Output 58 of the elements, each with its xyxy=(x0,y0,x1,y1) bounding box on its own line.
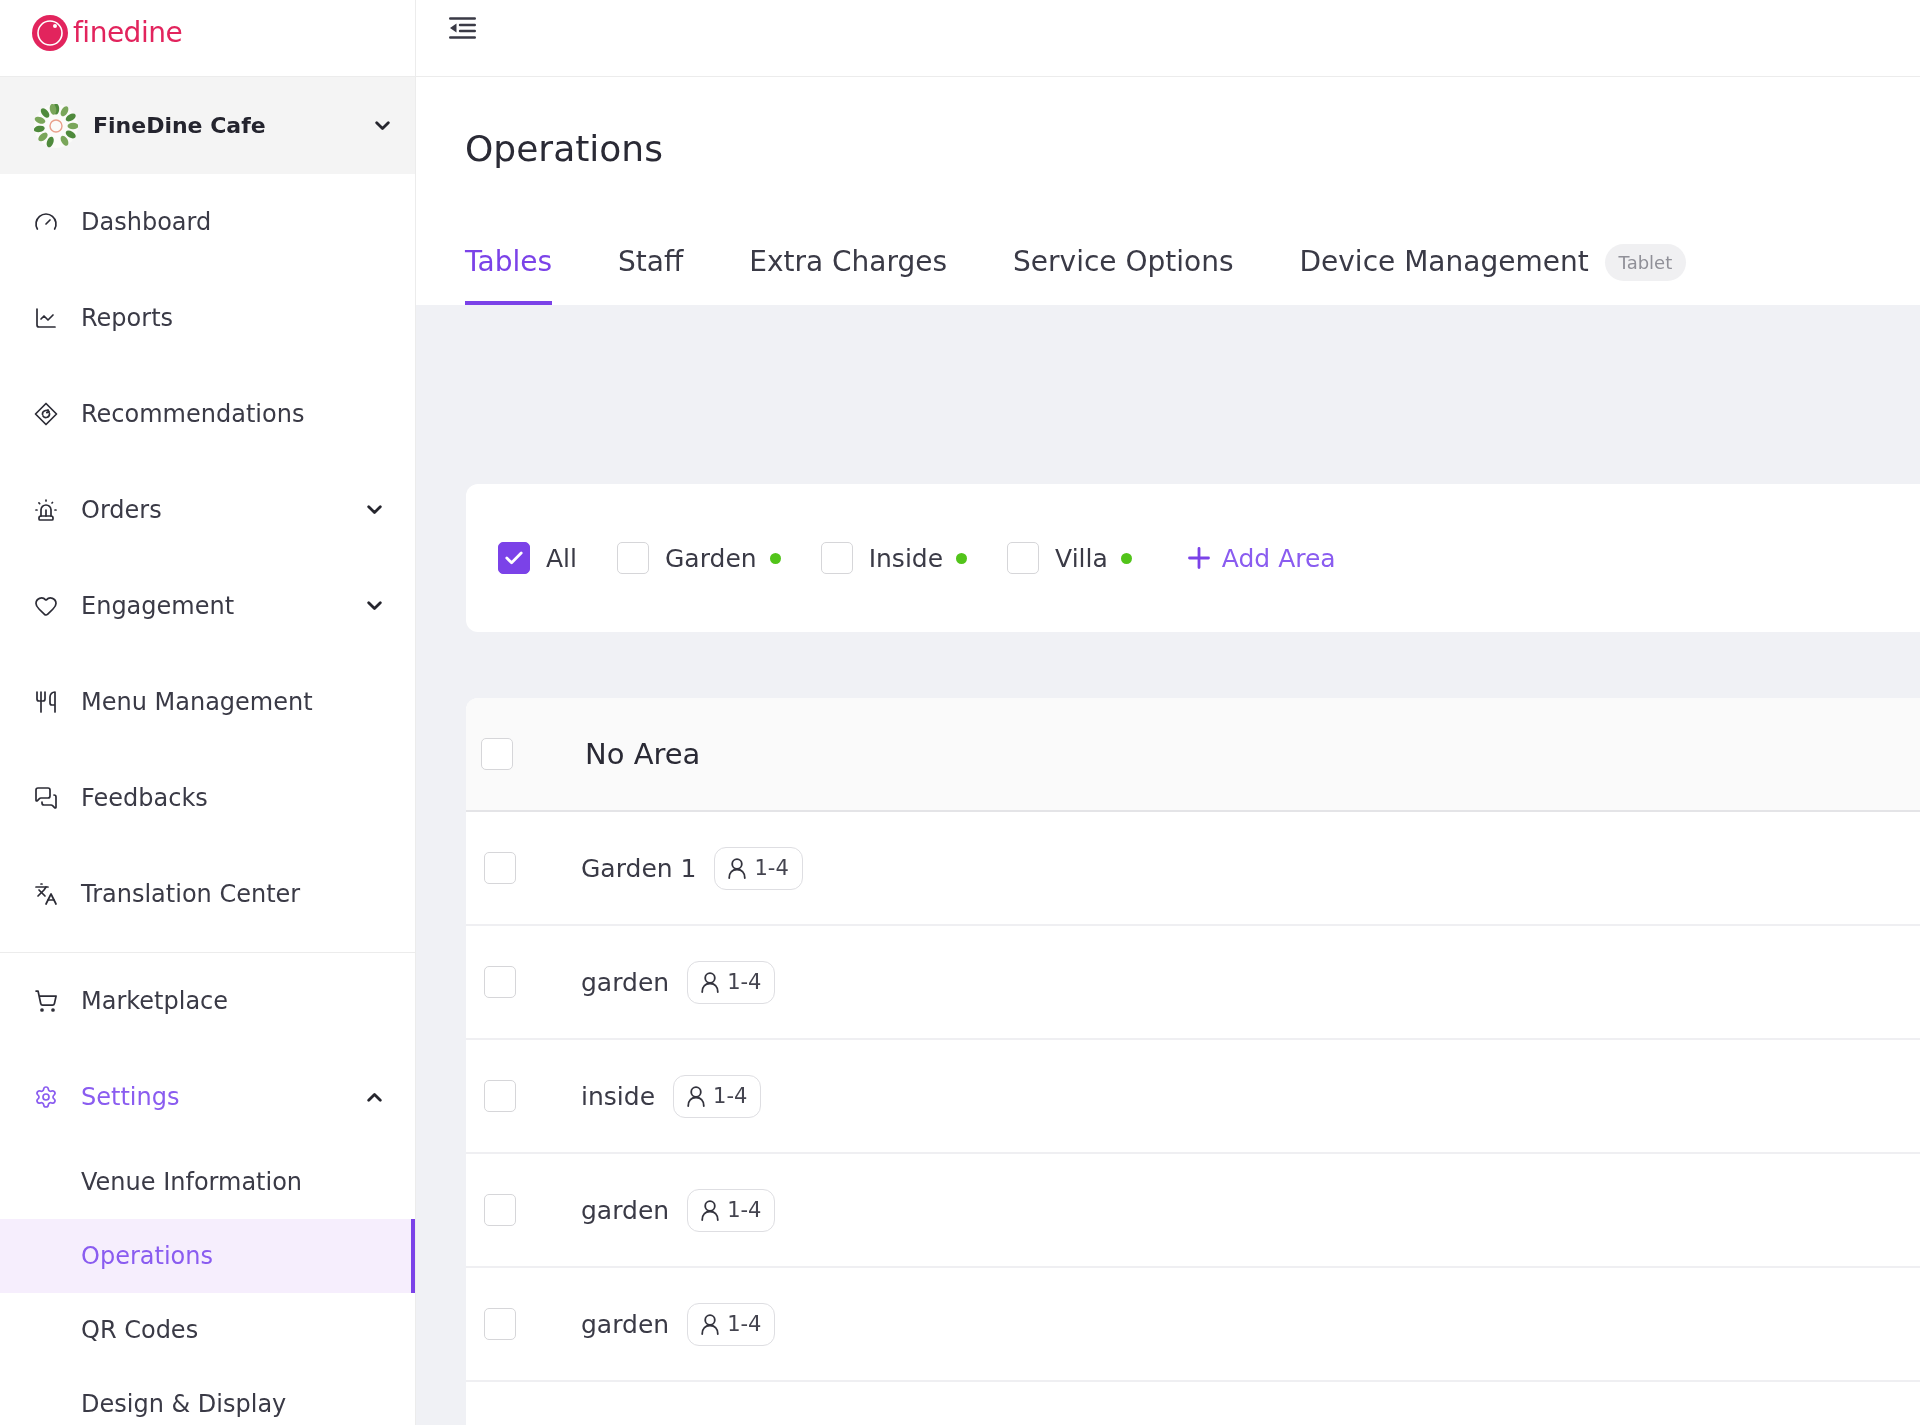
check-icon xyxy=(505,551,523,565)
area-label: Garden xyxy=(665,543,757,573)
sidebar-item[interactable]: Orders xyxy=(0,462,415,558)
page-title: Operations xyxy=(465,127,664,171)
table-name: Garden 1 xyxy=(581,853,697,883)
line-chart-icon xyxy=(34,306,58,330)
tab[interactable]: Extra Charges xyxy=(749,243,948,305)
capacity-text: 1-4 xyxy=(727,970,762,994)
sidebar-item[interactable]: Recommendations xyxy=(0,366,415,462)
person-icon xyxy=(687,1085,705,1107)
cart-icon xyxy=(34,989,58,1013)
menu-collapse-icon[interactable] xyxy=(449,17,476,39)
sidebar-subitem[interactable]: Design & Display xyxy=(0,1367,415,1425)
sidebar-item[interactable]: Reports xyxy=(0,270,415,366)
capacity-text: 1-4 xyxy=(713,1084,748,1108)
person-icon xyxy=(701,971,720,993)
add-area-button[interactable]: Add Area xyxy=(1187,543,1336,573)
wreath-icon xyxy=(34,103,78,148)
table-name: inside xyxy=(581,1081,655,1111)
device-type-badge: Tablet xyxy=(1604,244,1687,281)
sidebar-subitem[interactable]: Operations xyxy=(0,1219,415,1293)
table-name: garden xyxy=(581,1195,670,1225)
translate-icon xyxy=(34,882,58,906)
sidebar-item[interactable]: Engagement xyxy=(0,558,415,654)
group-title: No Area xyxy=(585,737,701,771)
area-label: Villa xyxy=(1055,543,1108,573)
sidebar-item[interactable]: Menu Management xyxy=(0,654,415,750)
person-icon xyxy=(728,857,747,879)
sidebar-subitem[interactable]: QR Codes xyxy=(0,1293,415,1367)
sidebar-subitem[interactable]: Venue Information xyxy=(0,1145,415,1219)
sidebar-item[interactable]: Dashboard xyxy=(0,174,415,270)
person-icon xyxy=(701,1313,720,1335)
sidebar-item[interactable]: Translation Center xyxy=(0,846,415,942)
tab[interactable]: Device Management xyxy=(1299,243,1589,305)
capacity-text: 1-4 xyxy=(754,856,789,880)
utensils-icon xyxy=(34,690,58,714)
diamond-icon xyxy=(34,402,58,426)
heart-icon xyxy=(34,594,58,618)
area-label: All xyxy=(546,543,577,573)
sidebar-item[interactable]: Marketplace xyxy=(0,953,415,1049)
capacity-text: 1-4 xyxy=(727,1198,762,1222)
tab[interactable]: Staff xyxy=(618,243,684,305)
sidebar-item[interactable]: Settings xyxy=(0,1049,415,1145)
capacity-text: 1-4 xyxy=(727,1312,762,1336)
table-name: garden xyxy=(581,967,670,997)
plus-icon xyxy=(1187,547,1210,569)
siren-icon xyxy=(34,498,58,522)
person-icon xyxy=(701,1199,720,1221)
tab[interactable]: Service Options xyxy=(1013,243,1234,305)
venue-switcher[interactable]: FineDine Cafe xyxy=(0,77,415,174)
checkbox[interactable] xyxy=(498,542,530,574)
settings-icon xyxy=(34,1085,58,1109)
brand-name: finedine xyxy=(73,19,183,47)
chat-bubbles-icon xyxy=(34,786,58,810)
area-label: Inside xyxy=(868,543,944,573)
table-name: garden xyxy=(581,1309,670,1339)
logo-icon xyxy=(32,15,68,51)
sidebar-item[interactable]: Feedbacks xyxy=(0,750,415,846)
